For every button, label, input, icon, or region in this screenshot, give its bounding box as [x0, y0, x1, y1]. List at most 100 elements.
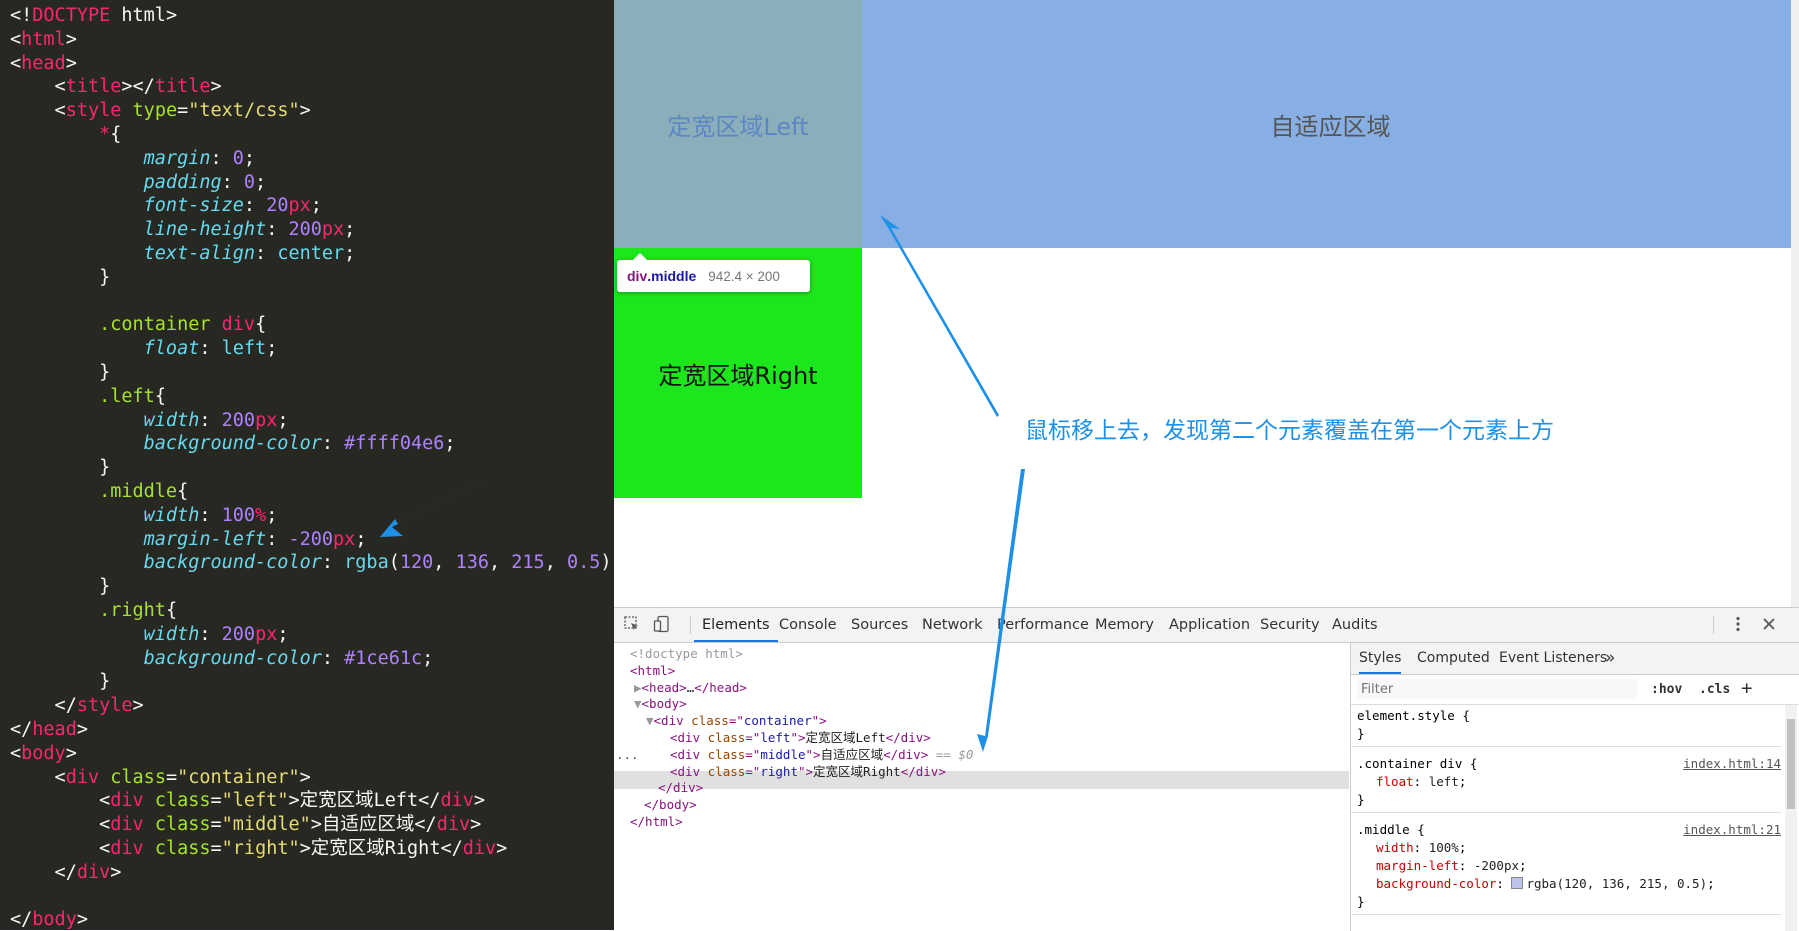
elements-dom-tree[interactable]: <!doctype html> <html> ▶<head>…</head> ▼<bo…: [614, 643, 1349, 931]
code-line: .container div{: [10, 313, 614, 337]
device-toggle-icon[interactable]: [652, 615, 672, 635]
css-rule[interactable]: element.style {}: [1351, 707, 1781, 747]
code-editor[interactable]: <!DOCTYPE html> <html> <head> <title></tit…: [0, 0, 614, 930]
code-token: px: [255, 623, 278, 645]
dom-token: </div>: [885, 730, 931, 745]
code-token: background-color: [143, 433, 322, 455]
code-token: 0: [232, 147, 244, 169]
code-token: div: [110, 837, 144, 859]
dom-node[interactable]: </body>: [644, 796, 697, 814]
code-token: left: [221, 338, 267, 360]
filter-input[interactable]: [1357, 679, 1637, 699]
tooltip-tag: div: [627, 268, 648, 284]
hov-button[interactable]: :hov: [1651, 682, 1682, 697]
css-declaration[interactable]: width: 100%;: [1357, 839, 1781, 857]
close-icon[interactable]: [1759, 615, 1779, 635]
code-token: .container: [99, 314, 211, 336]
code-token: :: [321, 433, 345, 455]
tab-security[interactable]: Security: [1260, 608, 1320, 642]
property-value: rgba(120, 136, 215, 0.5): [1526, 876, 1708, 891]
dom-token: ">: [790, 730, 806, 745]
rule-close: }: [1357, 792, 1365, 807]
property-name: float: [1376, 774, 1414, 789]
code-token: :: [243, 195, 267, 217]
code-token: =: [210, 814, 222, 836]
css-rule[interactable]: .container div {index.html:14 float: left…: [1351, 755, 1781, 813]
dom-token: </div>: [900, 763, 946, 779]
left-box[interactable]: 定宽区域Left: [614, 0, 862, 248]
tab-application[interactable]: Application: [1169, 608, 1250, 642]
more-tabs-icon[interactable]: »: [1605, 643, 1615, 674]
cls-button[interactable]: .cls: [1699, 682, 1730, 697]
code-token: <: [10, 814, 111, 836]
css-rule[interactable]: .middle {index.html:21 width: 100%; margin…: [1351, 821, 1781, 915]
scrollbar-thumb[interactable]: [1787, 719, 1795, 809]
color-swatch[interactable]: [1511, 877, 1524, 889]
code-token: >: [65, 742, 77, 764]
more-vert-icon[interactable]: [1728, 615, 1748, 635]
code-line: float: left;: [10, 337, 614, 361]
tab-performance[interactable]: Performance: [997, 608, 1089, 642]
left-box-label: 定宽区域Left: [667, 112, 809, 141]
code-token: px: [321, 219, 345, 241]
tab-sources[interactable]: Sources: [851, 608, 908, 642]
code-token: :: [221, 171, 244, 193]
dom-node[interactable]: </div>: [658, 779, 703, 797]
dom-node[interactable]: ▼<div class="container">: [646, 712, 827, 730]
styles-tab-styles[interactable]: Styles: [1359, 643, 1402, 674]
code-token: 0.5: [566, 552, 601, 574]
code-token: (: [388, 552, 400, 574]
code-token: font-size: [143, 195, 244, 217]
rule-source-link[interactable]: index.html:14: [1683, 755, 1781, 773]
styles-tab-computed[interactable]: Computed: [1417, 643, 1490, 674]
code-token: =: [210, 790, 222, 812]
inspect-icon[interactable]: [622, 615, 642, 635]
tab-audits[interactable]: Audits: [1332, 608, 1378, 642]
tab-network[interactable]: Network: [922, 608, 983, 642]
css-declaration[interactable]: margin-left: -200px;: [1357, 857, 1781, 875]
dom-node[interactable]: </html>: [630, 813, 683, 831]
code-token: :: [199, 623, 222, 645]
dom-node[interactable]: ▶<head>…</head>: [634, 679, 747, 697]
selected-node-dots[interactable]: ...: [616, 746, 639, 764]
middle-box[interactable]: 自适应区域: [862, 0, 1799, 248]
code-line: }: [10, 361, 614, 385]
css-declaration[interactable]: float: left;: [1357, 773, 1781, 791]
dom-node[interactable]: <div class="middle">自适应区域</div> == $0: [670, 746, 973, 764]
tab-elements[interactable]: Elements: [694, 608, 778, 642]
dom-token: right: [760, 763, 798, 779]
dom-node[interactable]: <div class="left">定宽区域Left</div>: [670, 729, 931, 747]
code-token: ;: [277, 409, 289, 431]
code-token: type: [132, 100, 178, 122]
code-token: <: [10, 790, 111, 812]
code-token: "left": [221, 790, 289, 812]
code-token: >: [76, 909, 88, 930]
code-token: float: [143, 338, 200, 360]
dom-node[interactable]: <div class="right">定宽区域Right</div>: [670, 763, 946, 781]
tab-console[interactable]: Console: [779, 608, 837, 642]
rule-source-link[interactable]: index.html:21: [1683, 821, 1781, 839]
code-token: "middle": [221, 814, 311, 836]
dom-node[interactable]: <!doctype html>: [630, 645, 743, 663]
code-token: {: [165, 599, 178, 621]
css-declaration[interactable]: background-color: rgba(120, 136, 215, 0.…: [1357, 875, 1781, 893]
code-token: :: [199, 338, 222, 360]
code-token: div: [221, 314, 256, 336]
page-scrollbar[interactable]: [1791, 0, 1799, 607]
styles-scrollbar[interactable]: [1785, 705, 1797, 931]
code-token: style: [76, 695, 133, 717]
page-preview: 自适应区域 定宽区域Left 定宽区域Right: [614, 0, 1799, 607]
rule-close: }: [1357, 726, 1365, 741]
dom-node[interactable]: ▼<body>: [634, 695, 687, 713]
code-token: #1ce61c: [344, 647, 423, 669]
new-rule-button[interactable]: +: [1741, 677, 1752, 699]
code-token: head: [32, 718, 77, 740]
dom-node[interactable]: <html>: [630, 662, 675, 680]
code-token: 136: [455, 552, 489, 574]
tab-memory[interactable]: Memory: [1095, 608, 1154, 642]
styles-tab-event-listeners[interactable]: Event Listeners: [1499, 643, 1607, 674]
